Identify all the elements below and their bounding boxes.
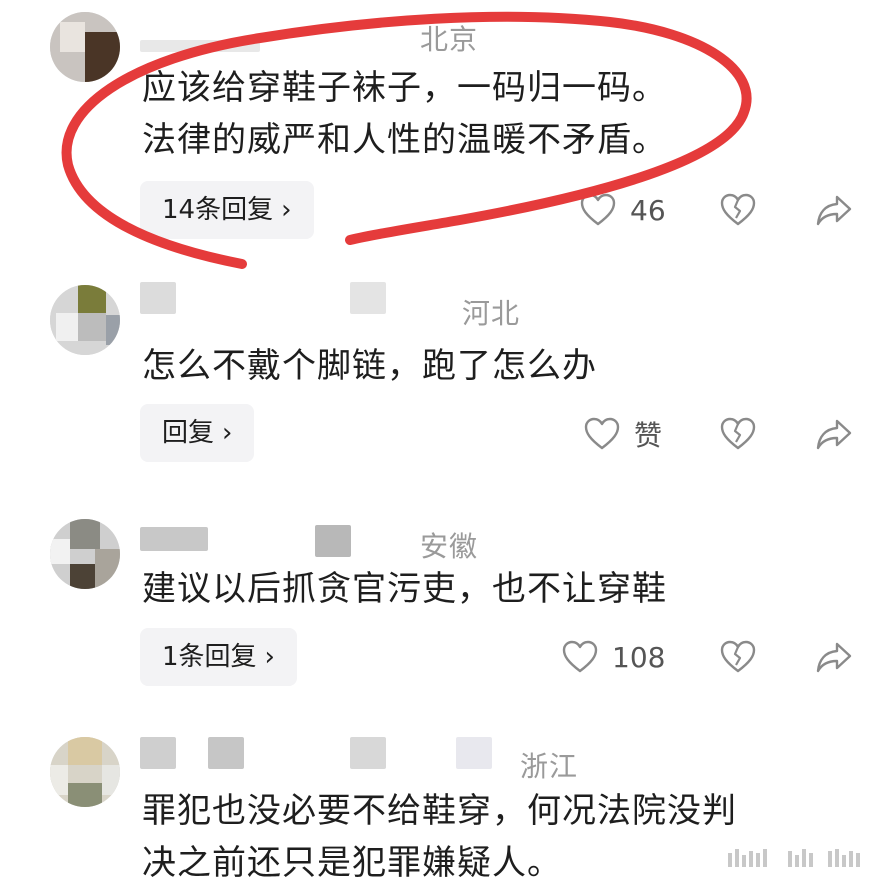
share-arrow-icon [815,640,853,674]
like-button[interactable]: 赞 [584,404,662,464]
replies-button[interactable]: 14条回复 › [140,181,314,239]
chevron-right-icon: › [264,642,275,672]
comment-actions: 108 [560,627,870,687]
comment-text: 应该给穿鞋子袜子，一码归一码。 法律的威严和人性的温暖不矛盾。 [142,68,667,160]
comment-text: 建议以后抓贪官污吏，也不让穿鞋 [142,569,667,609]
share-button[interactable] [815,180,853,240]
region-label: 河北 [462,297,521,330]
username-blurred[interactable] [350,282,386,314]
heart-outline-icon [584,417,620,451]
comment-actions: 46 [560,180,870,240]
comment-actions: 赞 [560,404,870,464]
region-label: 北京 [420,23,479,56]
comment-text: 怎么不戴个脚链，跑了怎么办 [142,346,597,386]
username-blurred[interactable] [208,737,244,769]
broken-heart-icon [720,640,756,674]
share-button[interactable] [815,627,853,687]
share-button[interactable] [815,404,853,464]
broken-heart-icon [720,193,756,227]
watermark-logo [728,847,868,869]
like-count: 赞 [634,419,663,452]
chevron-right-icon: › [281,195,292,225]
username-blurred[interactable] [350,737,386,769]
region-label: 安徽 [420,530,479,563]
chevron-right-icon: › [222,418,233,448]
heart-outline-icon [580,193,616,227]
replies-label: 14条回复 [162,195,274,225]
replies-button[interactable]: 回复 › [140,404,255,462]
region-label: 浙江 [520,750,579,783]
replies-label: 回复 [162,418,215,448]
like-button[interactable]: 46 [580,180,666,240]
username-blurred[interactable] [140,40,260,52]
avatar[interactable] [50,285,120,355]
username-blurred[interactable] [315,525,351,557]
username-blurred[interactable] [456,737,492,769]
comment-1: 北京 应该给穿鞋子袜子，一码归一码。 法律的威严和人性的温暖不矛盾。 14条回复… [0,0,888,260]
dislike-button[interactable] [720,404,756,464]
replies-button[interactable]: 1条回复 › [140,628,297,686]
share-arrow-icon [815,193,853,227]
avatar[interactable] [50,519,120,589]
replies-label: 1条回复 [162,642,257,672]
dislike-button[interactable] [720,627,756,687]
dislike-button[interactable] [720,180,756,240]
username-blurred[interactable] [140,737,176,769]
comment-3: 安徽 建议以后抓贪官污吏，也不让穿鞋 1条回复 › 108 [0,505,888,720]
share-arrow-icon [815,417,853,451]
avatar[interactable] [50,12,120,82]
username-blurred[interactable] [140,282,176,314]
comment-2: 河北 怎么不戴个脚链，跑了怎么办 回复 › 赞 [0,270,888,500]
like-count: 108 [612,640,666,674]
like-count: 46 [630,193,666,227]
username-blurred[interactable] [140,527,208,551]
comment-text: 罪犯也没必要不给鞋穿，何况法院没判 决之前还只是犯罪嫌疑人。 [142,791,737,883]
like-button[interactable]: 108 [562,627,665,687]
avatar[interactable] [50,737,120,807]
heart-outline-icon [562,640,598,674]
broken-heart-icon [720,417,756,451]
